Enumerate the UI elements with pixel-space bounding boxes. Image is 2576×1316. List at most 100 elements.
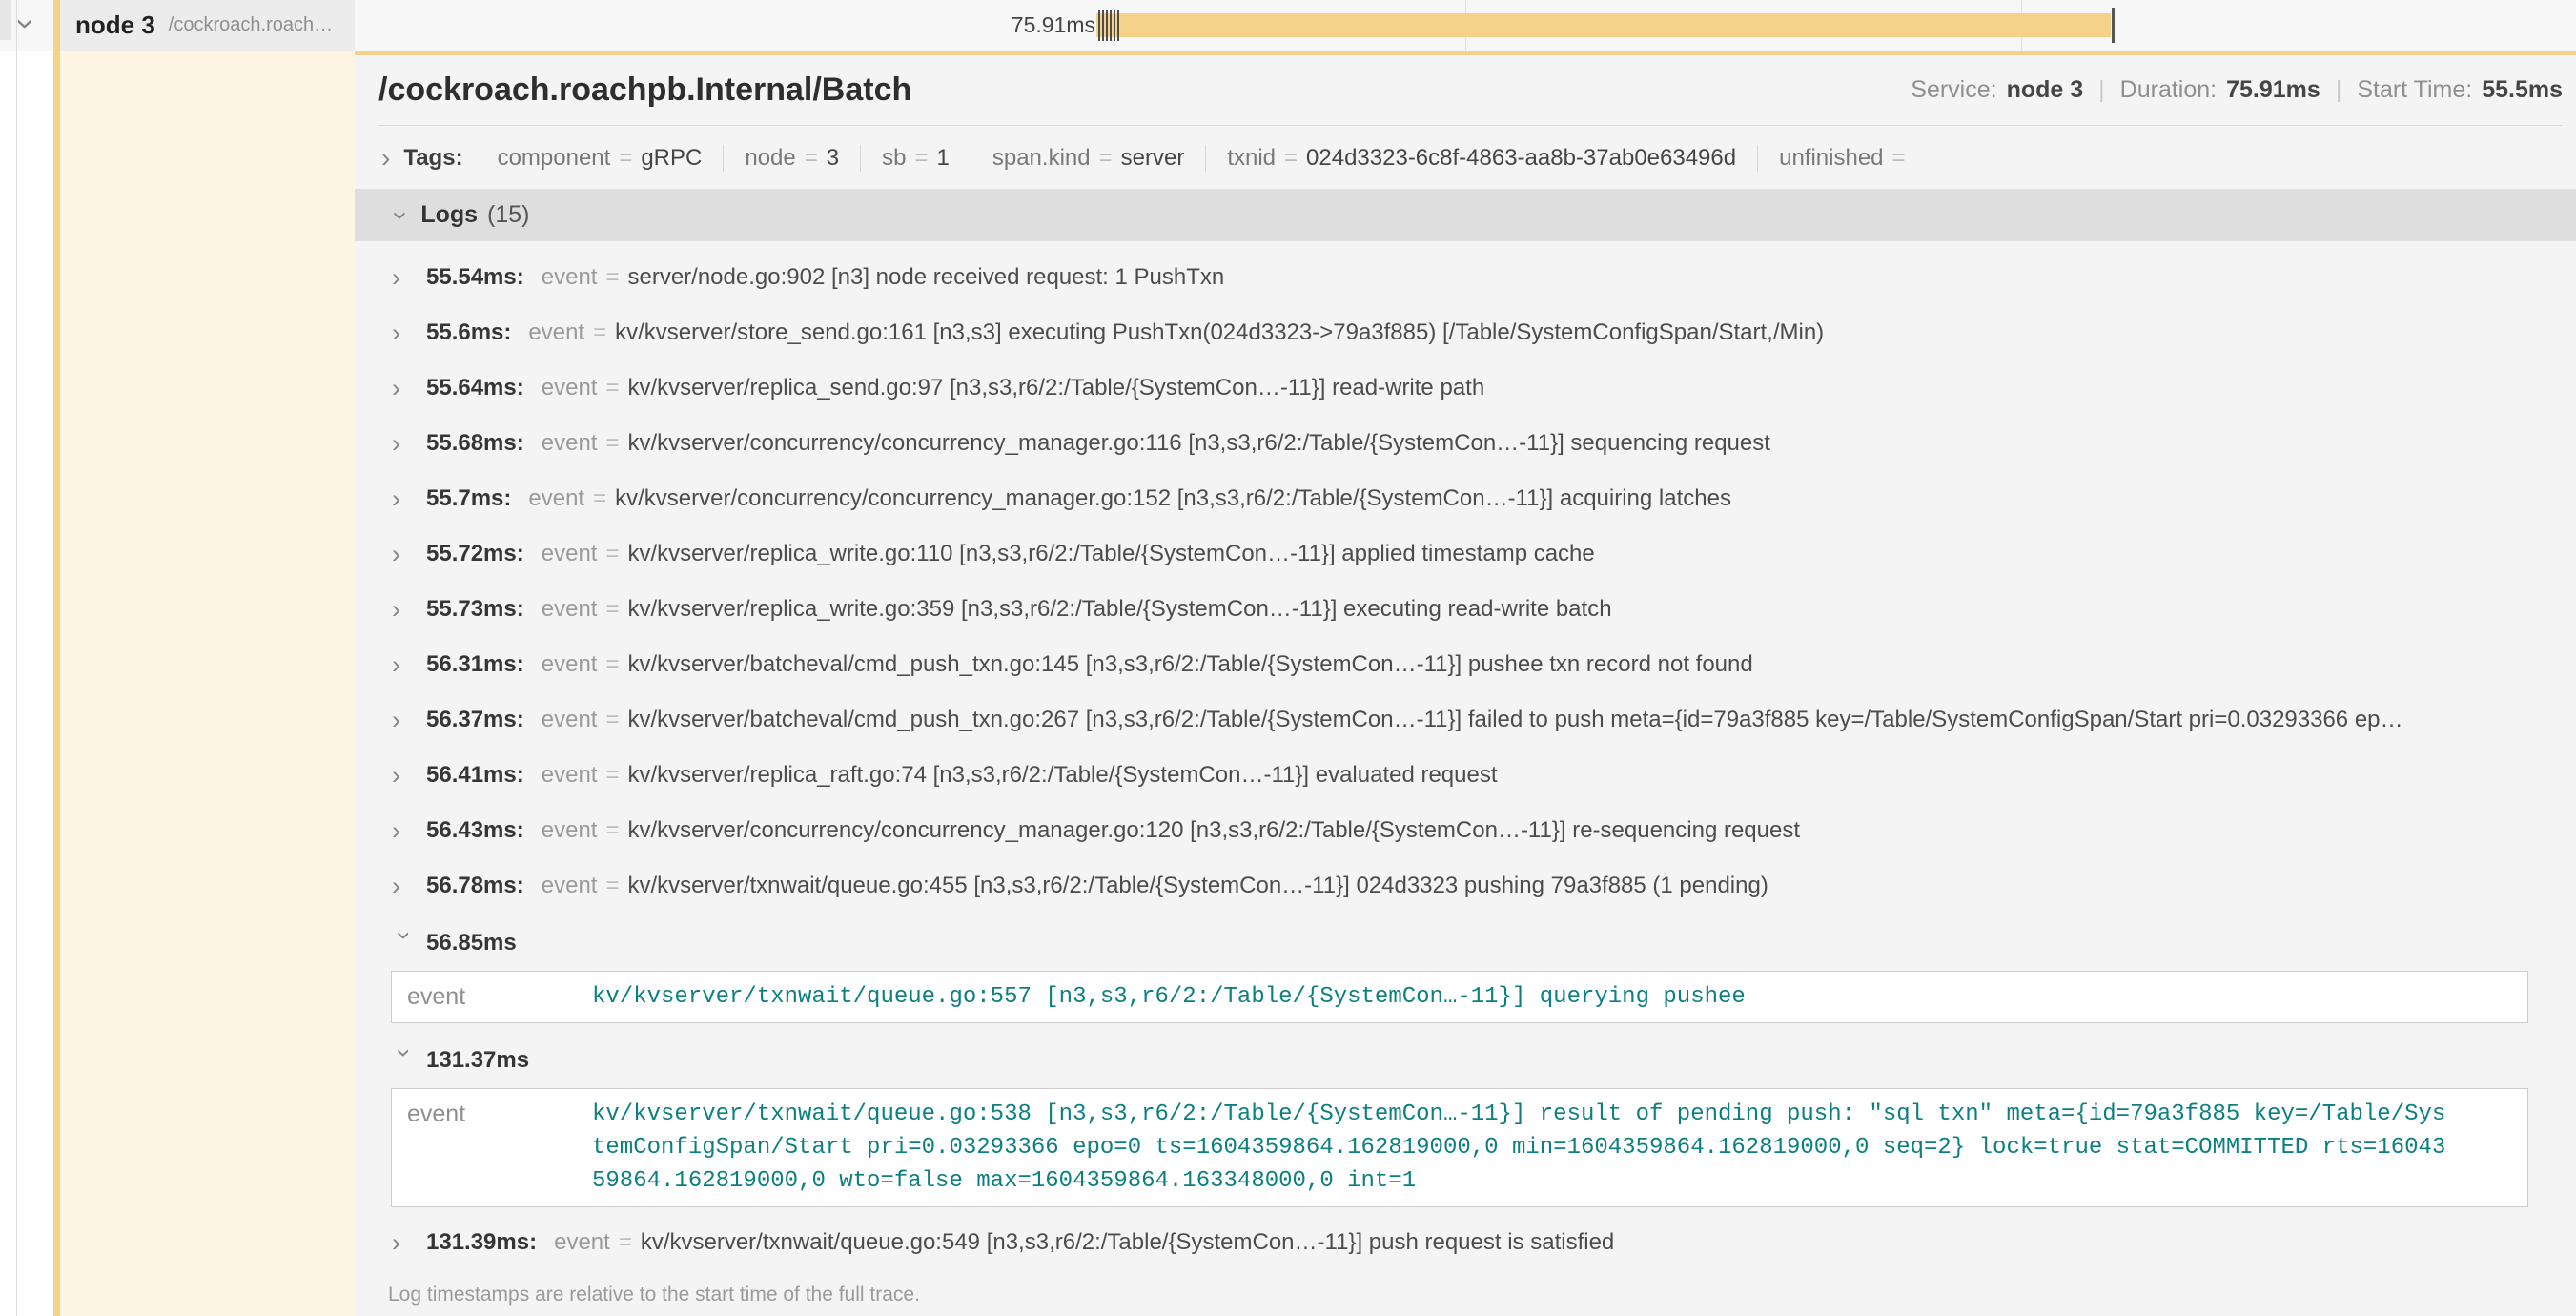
tag-key: txnid: [1227, 145, 1276, 172]
log-row[interactable]: › 56.78ms: event = kv/kvserver/txnwait/q…: [378, 858, 2563, 914]
log-timestamp: 55.6ms:: [426, 319, 511, 346]
tree-guide-line: [16, 0, 17, 1316]
log-tick-marker: [1114, 10, 1115, 41]
tags-label: Tags:: [403, 145, 462, 172]
log-field-key: event: [392, 980, 592, 1014]
log-rows: › 55.54ms: event = server/node.go:902 [n…: [378, 250, 2563, 1270]
tag-value: 1: [937, 145, 950, 172]
chevron-down-icon[interactable]: ›: [388, 211, 415, 219]
logs-count: (15): [487, 201, 529, 229]
equals-sign: =: [619, 145, 632, 172]
span-color-strip: [53, 0, 60, 1316]
span-service-name: node 3: [75, 10, 155, 40]
log-row-expanded[interactable]: › 56.85ms: [378, 923, 2563, 963]
equals-sign: =: [605, 873, 619, 899]
service-label: Service:: [1911, 76, 1996, 104]
equals-sign: =: [605, 375, 619, 401]
chevron-right-icon: ›: [392, 265, 417, 291]
start-time-label: Start Time:: [2357, 76, 2472, 104]
span-title: /cockroach.roachpb.Internal/Batch: [378, 72, 911, 109]
meta-divider: |: [2098, 76, 2105, 104]
chevron-down-icon[interactable]: ›: [10, 18, 43, 29]
equals-sign: =: [1099, 145, 1113, 172]
log-row[interactable]: › 55.73ms: event = kv/kvserver/replica_w…: [378, 582, 2563, 637]
log-message: kv/kvserver/replica_raft.go:74 [n3,s3,r6…: [627, 762, 1497, 789]
log-row[interactable]: › 55.72ms: event = kv/kvserver/replica_w…: [378, 526, 2563, 582]
log-field-key: event: [542, 707, 598, 733]
tag: node=3: [723, 145, 860, 172]
span-duration-bar[interactable]: [1096, 13, 2111, 37]
tag: txnid=024d3323-6c8f-4863-aa8b-37ab0e6349…: [1205, 145, 1757, 172]
log-timestamp: 131.37ms: [426, 1047, 529, 1074]
log-row[interactable]: › 56.43ms: event = kv/kvserver/concurren…: [378, 803, 2563, 858]
tags-row[interactable]: › Tags: component=gRPC node=3 sb=1 span.…: [378, 141, 2563, 175]
log-field-key: event: [542, 541, 598, 567]
log-message: kv/kvserver/concurrency/concurrency_mana…: [627, 817, 1800, 844]
log-timestamp: 56.37ms:: [426, 707, 524, 733]
span-operation-name: /cockroach.roach…: [169, 14, 333, 36]
log-row[interactable]: › 131.39ms: event = kv/kvserver/txnwait/…: [378, 1215, 2563, 1270]
equals-sign: =: [605, 762, 619, 789]
chevron-right-icon[interactable]: ›: [381, 145, 390, 172]
tag-key: component: [498, 145, 611, 172]
log-field-key: event: [542, 596, 598, 623]
equals-sign: =: [805, 145, 818, 172]
tag-key: unfinished: [1779, 145, 1883, 172]
log-row[interactable]: › 55.68ms: event = kv/kvserver/concurren…: [378, 416, 2563, 471]
span-duration-label: 75.91ms: [889, 0, 1095, 51]
span-timeline: 75.91ms: [355, 0, 2576, 51]
log-field-key: event: [528, 319, 584, 346]
log-row[interactable]: › 55.7ms: event = kv/kvserver/concurrenc…: [378, 471, 2563, 526]
duration-label: Duration:: [2120, 76, 2217, 104]
logs-section-header[interactable]: › Logs (15): [355, 189, 2576, 241]
log-row[interactable]: › 56.41ms: event = kv/kvserver/replica_r…: [378, 748, 2563, 803]
tag: sb=1: [860, 145, 971, 172]
log-row[interactable]: › 55.6ms: event = kv/kvserver/store_send…: [378, 305, 2563, 360]
log-tick-marker: [1102, 10, 1104, 41]
equals-sign: =: [1284, 145, 1298, 172]
log-tick-marker: [1110, 10, 1112, 41]
chevron-right-icon: ›: [392, 708, 417, 733]
span-detail-header: /cockroach.roachpb.Internal/Batch Servic…: [378, 55, 2563, 126]
log-timestamp: 56.43ms:: [426, 817, 524, 844]
log-field-key: event: [542, 817, 598, 844]
log-timestamp: 55.7ms:: [426, 485, 511, 512]
log-row-expanded[interactable]: › 131.37ms: [378, 1040, 2563, 1080]
span-meta: Service: node 3 | Duration: 75.91ms | St…: [1911, 76, 2563, 104]
span-detail-panel: /cockroach.roachpb.Internal/Batch Servic…: [355, 55, 2576, 1316]
equals-sign: =: [605, 596, 619, 623]
chevron-right-icon: ›: [392, 597, 417, 623]
log-message: kv/kvserver/batcheval/cmd_push_txn.go:26…: [627, 707, 2402, 733]
equals-sign: =: [619, 1229, 632, 1256]
tag: unfinished =: [1757, 145, 1934, 172]
tag: span.kind=server: [971, 145, 1205, 172]
log-field-value: kv/kvserver/txnwait/queue.go:538 [n3,s3,…: [592, 1098, 2451, 1198]
log-tick-marker: [1106, 10, 1108, 41]
log-field-key: event: [542, 430, 598, 457]
log-message: kv/kvserver/concurrency/concurrency_mana…: [627, 430, 1769, 457]
chevron-right-icon: ›: [392, 486, 417, 512]
log-message: server/node.go:902 [n3] node received re…: [627, 264, 1224, 291]
log-timestamp: 56.31ms:: [426, 651, 524, 678]
duration-value: 75.91ms: [2226, 76, 2320, 104]
chevron-down-icon: ›: [392, 1048, 418, 1073]
chevron-right-icon: ›: [392, 376, 417, 401]
log-timestamp: 56.78ms:: [426, 873, 524, 899]
log-tick-marker: [1117, 10, 1119, 41]
start-time-value: 55.5ms: [2482, 76, 2563, 104]
equals-sign: =: [1892, 145, 1906, 172]
span-row[interactable]: › node 3 /cockroach.roach… 75.91ms: [0, 0, 2576, 51]
log-row[interactable]: › 55.64ms: event = kv/kvserver/replica_s…: [378, 360, 2563, 416]
chevron-right-icon: ›: [392, 652, 417, 678]
equals-sign: =: [593, 485, 606, 512]
log-timestamp: 55.64ms:: [426, 375, 524, 401]
log-row[interactable]: › 55.54ms: event = server/node.go:902 [n…: [378, 250, 2563, 305]
log-message: kv/kvserver/concurrency/concurrency_mana…: [615, 485, 1731, 512]
equals-sign: =: [605, 430, 619, 457]
log-row[interactable]: › 56.31ms: event = kv/kvserver/batcheval…: [378, 637, 2563, 692]
equals-sign: =: [605, 541, 619, 567]
span-name-tab[interactable]: node 3 /cockroach.roach…: [60, 0, 355, 51]
log-field-key: event: [542, 375, 598, 401]
equals-sign: =: [605, 707, 619, 733]
log-row[interactable]: › 56.37ms: event = kv/kvserver/batcheval…: [378, 692, 2563, 748]
